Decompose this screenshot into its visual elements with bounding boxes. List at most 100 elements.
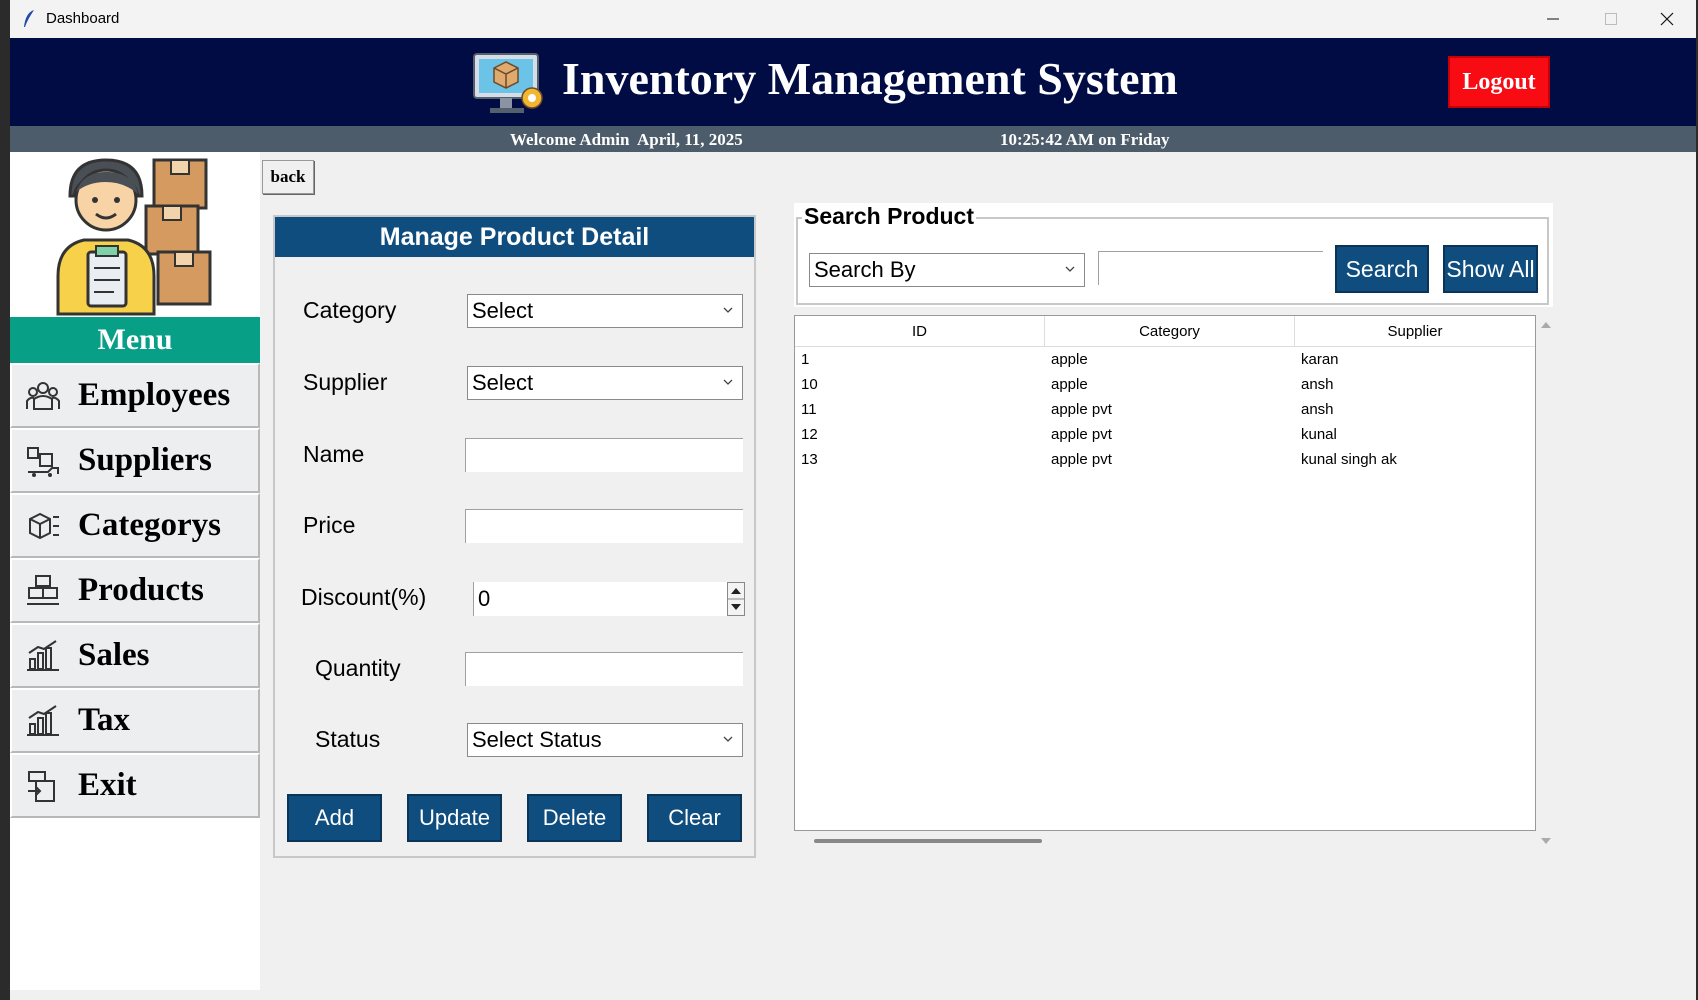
chevron-down-icon [723, 379, 733, 385]
warehouse-worker-illustration [56, 158, 212, 316]
search-title: Search Product [802, 203, 976, 230]
minimize-button[interactable] [1524, 0, 1582, 38]
maximize-button[interactable] [1582, 0, 1640, 38]
search-by-value: Search By [814, 257, 916, 282]
search-input[interactable] [1098, 251, 1323, 285]
title-bar: Dashboard [10, 0, 1696, 39]
menu-item-exit[interactable]: Exit [10, 753, 260, 818]
menu-item-label: Sales [78, 637, 150, 673]
status-label: Status [315, 726, 381, 752]
menu-item-sales[interactable]: Sales [10, 623, 260, 688]
maximize-icon [1605, 13, 1617, 25]
chevron-down-icon [1065, 266, 1075, 272]
status-select-value: Select Status [472, 727, 602, 752]
name-input[interactable] [465, 438, 743, 472]
menu-item-label: Products [78, 572, 204, 608]
menu-item-label: Suppliers [78, 442, 212, 478]
categories-icon [29, 512, 59, 539]
vertical-scrollbar[interactable] [1538, 315, 1554, 851]
close-button[interactable] [1638, 0, 1696, 38]
price-label: Price [303, 512, 356, 538]
app-window: Dashboard Inventory Management System Lo… [10, 0, 1696, 1000]
cell-id: 1 [801, 351, 810, 368]
app-title: Inventory Management System [562, 53, 1178, 104]
table-row[interactable]: 11 apple pvt ansh [795, 397, 1535, 422]
status-select[interactable]: Select Status [467, 723, 743, 757]
quantity-label: Quantity [315, 655, 401, 681]
menu-item-label: Employees [78, 377, 231, 413]
close-icon [1660, 12, 1674, 26]
menu-title: Menu [10, 317, 260, 363]
table-row[interactable]: 10 apple ansh [795, 372, 1535, 397]
clear-button[interactable]: Clear [647, 794, 742, 842]
table-header: ID Category Supplier [795, 316, 1535, 347]
products-icon [27, 574, 59, 605]
chevron-down-icon [723, 307, 733, 313]
spin-arrows-icon[interactable] [727, 582, 745, 616]
manage-product-panel: Manage Product Detail Category Select Su… [273, 215, 756, 858]
exit-icon [28, 770, 55, 802]
menu-item-label: Tax [78, 702, 130, 738]
update-button[interactable]: Update [407, 794, 502, 842]
add-button[interactable]: Add [287, 794, 382, 842]
name-label: Name [303, 441, 365, 467]
cell-category: apple [1051, 351, 1088, 368]
cell-category: apple [1051, 376, 1088, 393]
cell-id: 12 [801, 426, 818, 443]
menu-item-tax[interactable]: Tax [10, 688, 260, 753]
window-title: Dashboard [46, 10, 120, 27]
table-row[interactable]: 12 apple pvt kunal [795, 422, 1535, 447]
logout-button[interactable]: Logout [1448, 56, 1550, 108]
category-select-value: Select [472, 298, 534, 323]
cell-supplier: kunal singh ak [1301, 451, 1397, 468]
supplier-select[interactable]: Select [467, 366, 743, 400]
menu-item-suppliers[interactable]: Suppliers [10, 428, 260, 493]
back-button[interactable]: back [262, 160, 314, 194]
horizontal-scroll-thumb[interactable] [814, 839, 1042, 843]
discount-label: Discount(%) [301, 584, 427, 610]
menu-item-categorys[interactable]: Categorys [10, 493, 260, 558]
search-product-frame: Search Product Search By Search Show All [794, 203, 1553, 307]
sidebar: Menu Employees Suppliers Categorys Produ… [10, 152, 260, 990]
discount-value: 0 [478, 586, 491, 611]
tax-icon [27, 704, 59, 736]
delete-button[interactable]: Delete [527, 794, 622, 842]
search-by-select[interactable]: Search By [809, 253, 1085, 287]
price-input[interactable] [465, 509, 743, 543]
inventory-logo-icon [473, 53, 543, 113]
minimize-icon [1547, 18, 1559, 20]
cell-category: apple pvt [1051, 426, 1112, 443]
menu-item-label: Categorys [78, 507, 221, 543]
column-header-supplier[interactable]: Supplier [1295, 316, 1535, 346]
menu-item-products[interactable]: Products [10, 558, 260, 623]
column-header-category[interactable]: Category [1045, 316, 1295, 346]
product-table[interactable]: ID Category Supplier 1 apple karan 10 ap… [794, 315, 1536, 831]
sales-icon [27, 639, 59, 671]
table-row[interactable]: 1 apple karan [795, 347, 1535, 372]
discount-spinbox[interactable]: 0 [473, 582, 745, 616]
welcome-text: Welcome Admin April, 11, 2025 [510, 130, 743, 149]
horizontal-scrollbar[interactable] [794, 832, 1536, 850]
form-title: Manage Product Detail [275, 217, 754, 257]
employees-icon [26, 381, 60, 410]
app-header: Inventory Management System Logout [10, 38, 1696, 126]
table-row[interactable]: 13 apple pvt kunal singh ak [795, 447, 1535, 472]
status-bar: Welcome Admin April, 11, 2025 10:25:42 A… [10, 126, 1696, 152]
menu-item-label: Exit [78, 767, 137, 803]
clock-text: 10:25:42 AM on Friday [1000, 130, 1170, 149]
cell-supplier: kunal [1301, 426, 1337, 443]
column-header-id[interactable]: ID [795, 316, 1045, 346]
show-all-button[interactable]: Show All [1443, 245, 1538, 293]
menu-item-employees[interactable]: Employees [10, 363, 260, 428]
cell-id: 13 [801, 451, 818, 468]
chevron-down-icon [723, 736, 733, 742]
cell-supplier: ansh [1301, 376, 1334, 393]
cell-category: apple pvt [1051, 401, 1112, 418]
quantity-input[interactable] [465, 652, 743, 686]
cell-supplier: ansh [1301, 401, 1334, 418]
cell-supplier: karan [1301, 351, 1339, 368]
cell-id: 11 [801, 401, 817, 418]
category-select[interactable]: Select [467, 294, 743, 328]
search-button[interactable]: Search [1335, 245, 1429, 293]
cell-category: apple pvt [1051, 451, 1112, 468]
